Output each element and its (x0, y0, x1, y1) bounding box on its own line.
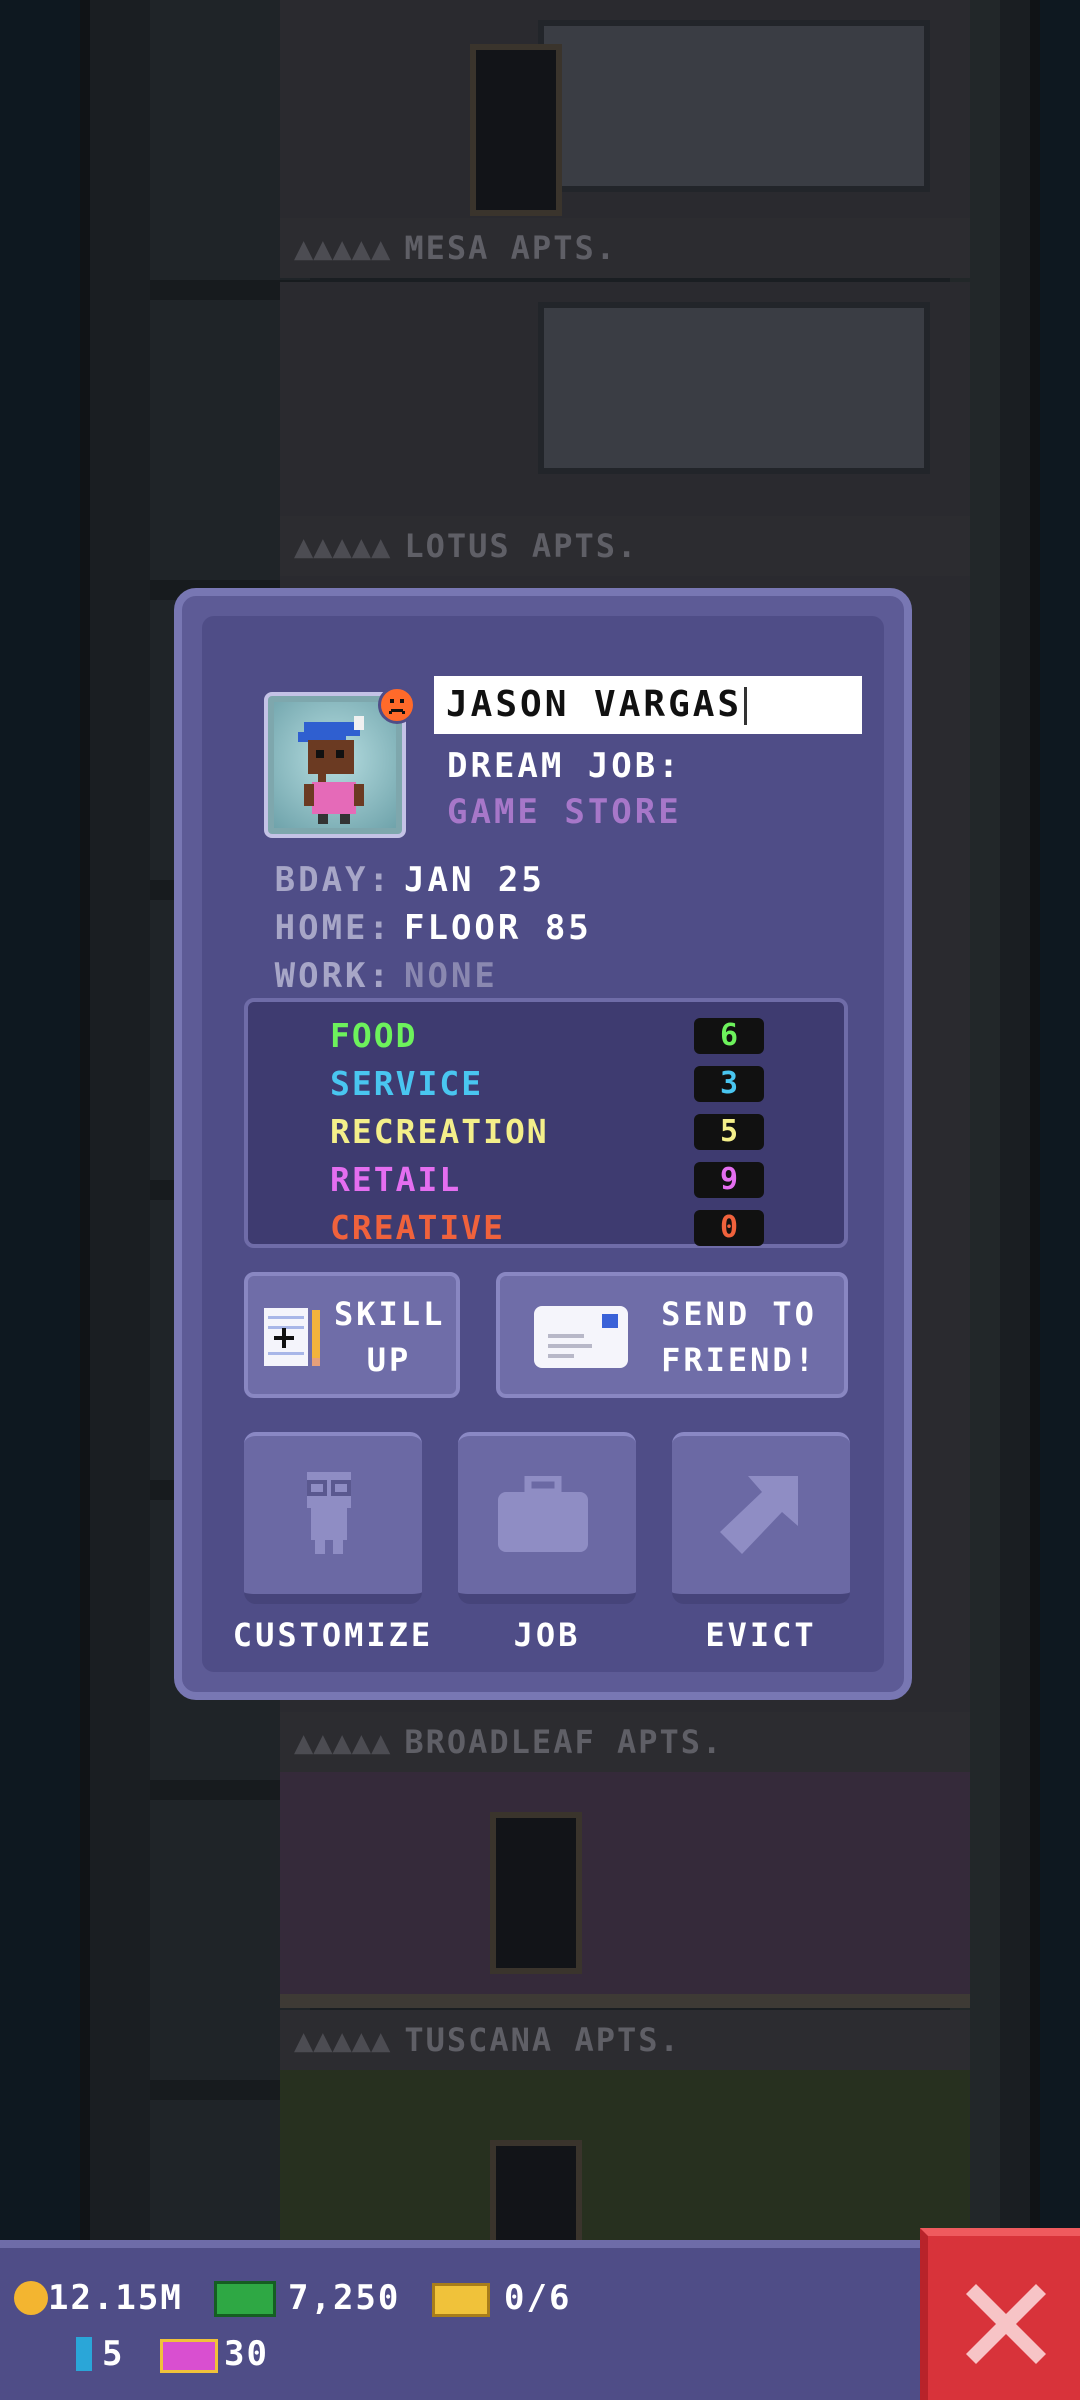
job-label: JOB (513, 1616, 581, 1654)
bitizen-profile-dialog: JASON VARGAS DREAM JOB: GAME STORE BDAY:… (174, 588, 912, 1700)
skills-panel: FOOD 6 SERVICE 3 RECREATION 5 RETAIL 9 CREATIVE 0 (244, 998, 848, 1248)
job-button[interactable] (458, 1432, 636, 1604)
keys-counter[interactable]: 5 (76, 2334, 124, 2374)
skill-level: 6 (694, 1018, 764, 1054)
evict-label: EVICT (705, 1616, 817, 1654)
envelope-icon (534, 1306, 628, 1368)
skill-level: 5 (694, 1114, 764, 1150)
dialog-inner-panel: JASON VARGAS DREAM JOB: GAME STORE BDAY:… (202, 616, 884, 1672)
tickets-counter[interactable]: 0/6 (432, 2278, 571, 2318)
floor-label-mesa: ▲▲▲▲▲ MESA APTS. (280, 218, 970, 278)
text-caret (744, 687, 748, 725)
work-value: NONE (404, 956, 498, 996)
floor-label-broadleaf: ▲▲▲▲▲ BROADLEAF APTS. (280, 1712, 970, 1772)
home-label: HOME: (274, 908, 392, 948)
work-row: WORK: NONE (264, 956, 498, 996)
golden-tickets-counter[interactable]: 30 (160, 2334, 269, 2374)
send-to-friend-button[interactable]: SEND TO FRIEND! (496, 1272, 848, 1398)
floor-tuscana (280, 2070, 970, 2272)
skill-up-label-line2: UP (366, 1341, 412, 1379)
customize-label: CUSTOMIZE (232, 1616, 434, 1654)
door (470, 44, 562, 216)
person-glasses-icon (307, 1472, 351, 1554)
customize-button[interactable] (244, 1432, 422, 1604)
close-x-icon (966, 2284, 1046, 2364)
skill-row-recreation: RECREATION 5 (330, 1110, 764, 1154)
home-value[interactable]: FLOOR 85 (404, 908, 592, 948)
skill-row-food: FOOD 6 (330, 1014, 764, 1058)
bottom-hud-bar: 12.15M 7,250 0/6 5 30 (0, 2240, 930, 2400)
bux-counter[interactable]: 7,250 (214, 2278, 400, 2318)
home-row: HOME: FLOOR 85 (264, 908, 592, 948)
skill-level: 0 (694, 1210, 764, 1246)
ticket-icon (432, 2283, 490, 2317)
evict-button[interactable] (672, 1432, 850, 1604)
send-label-line1: SEND TO (661, 1295, 817, 1333)
dream-job-label: DREAM JOB: (447, 746, 682, 786)
floor-ground (280, 1994, 970, 2008)
skill-row-service: SERVICE 3 (330, 1062, 764, 1106)
coin-icon (14, 2281, 48, 2315)
floor-lotus (280, 282, 970, 542)
window (538, 20, 930, 192)
key-icon (76, 2337, 92, 2371)
skill-level: 9 (694, 1162, 764, 1198)
notepad-pencil-icon (264, 1308, 320, 1366)
skill-up-label-line1: SKILL (334, 1295, 446, 1333)
briefcase-icon (498, 1476, 588, 1552)
floor-label-tuscana: ▲▲▲▲▲ TUSCANA APTS. (280, 2010, 970, 2070)
coins-counter[interactable]: 12.15M (14, 2278, 183, 2318)
arrow-up-right-icon (720, 1476, 798, 1554)
bday-row: BDAY: JAN 25 (264, 860, 545, 900)
bux-cash-icon (214, 2281, 276, 2317)
bday-label: BDAY: (274, 860, 392, 900)
work-label: WORK: (274, 956, 392, 996)
close-button[interactable] (920, 2228, 1080, 2400)
dream-job-value: GAME STORE (447, 792, 682, 832)
door (490, 1812, 582, 1974)
golden-ticket-icon (160, 2339, 218, 2373)
bday-value: JAN 25 (404, 860, 545, 900)
send-label-line2: FRIEND! (661, 1341, 817, 1379)
skill-up-button[interactable]: SKILL UP (244, 1272, 460, 1398)
name-field[interactable]: JASON VARGAS (434, 676, 862, 734)
skill-level: 3 (694, 1066, 764, 1102)
unhappy-mood-icon (378, 686, 416, 724)
window (538, 302, 930, 474)
skill-row-creative: CREATIVE 0 (330, 1206, 764, 1250)
floor-label-lotus: ▲▲▲▲▲ LOTUS APTS. (280, 516, 970, 576)
floor-broadleaf (280, 1772, 970, 2008)
skill-row-retail: RETAIL 9 (330, 1158, 764, 1202)
